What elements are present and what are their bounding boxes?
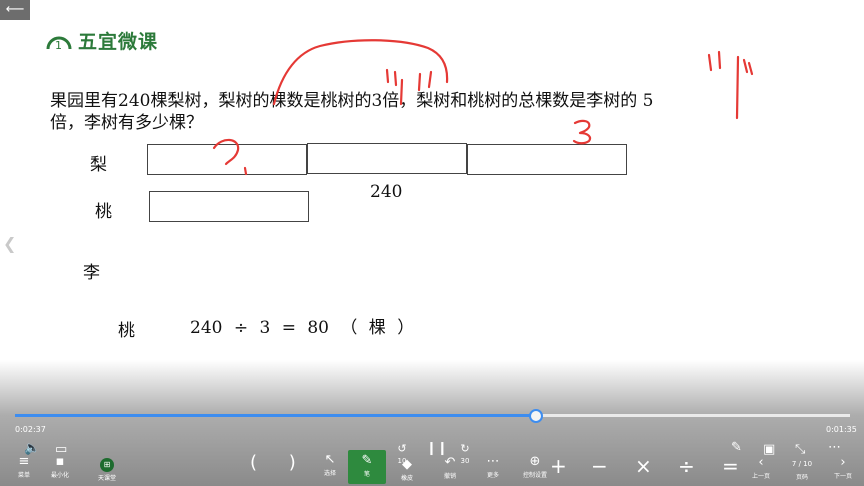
tick-stroke-9 <box>742 58 749 74</box>
minimize-icon: ▪ <box>55 454 65 469</box>
expand-icon: ⤡ <box>795 442 806 457</box>
current-time: 0:02:37 <box>15 425 46 434</box>
rewind-icon: ↺ <box>397 442 407 455</box>
eraser-tool-button[interactable]: ◆ 橡皮 <box>397 457 417 483</box>
next-page-icon: › <box>840 455 846 470</box>
select-tool-button[interactable]: ↖ 选择 <box>320 452 340 478</box>
question-line-2: 倍，李树有多少棵？ <box>50 113 203 133</box>
forward-icon: ↻ <box>460 442 470 455</box>
plum-row-label: 李 <box>83 263 100 283</box>
back-button[interactable]: ⟵ <box>0 0 30 20</box>
page-indicator[interactable]: 7 / 10 页码 <box>787 457 817 481</box>
pause-button[interactable]: ❙❙ <box>426 441 448 456</box>
peach-segment <box>149 191 309 222</box>
divide-button[interactable]: ÷ <box>678 454 695 478</box>
app-icon: ⊞ <box>100 458 114 472</box>
control-icon: ⊕ <box>529 454 541 469</box>
brand-title: 五宜微课 <box>78 31 159 53</box>
tick-stroke-10 <box>747 61 754 76</box>
menu-icon: ≡ <box>18 454 30 469</box>
more-button[interactable]: ⋯ 更多 <box>483 454 503 480</box>
progress-handle[interactable] <box>529 409 544 423</box>
prev-page-icon: ‹ <box>758 455 764 470</box>
handwritten-annotations <box>212 39 754 176</box>
pear-segment-2 <box>307 143 467 174</box>
equals-button[interactable]: = <box>722 454 739 478</box>
pen-icon: ✎ <box>361 453 373 468</box>
tick-stroke-6 <box>707 53 713 72</box>
undo-button[interactable]: ↶ 撤销 <box>440 455 460 481</box>
eraser-icon: ◆ <box>402 457 412 472</box>
menu-button[interactable]: ≡ 菜单 <box>14 454 34 480</box>
screen-button[interactable]: ▣ <box>763 443 775 457</box>
next-page-button[interactable]: › 下一页 <box>830 455 856 481</box>
pause-icon: ❙❙ <box>426 441 448 456</box>
tick-stroke-5 <box>427 70 433 89</box>
minimize-button[interactable]: ▪ 最小化 <box>48 454 72 480</box>
app-button[interactable]: ⊞ 天课堂 <box>95 452 119 482</box>
tick-stroke-7 <box>717 50 722 70</box>
progress-fill <box>15 414 537 417</box>
more-icon: ⋯ <box>486 454 500 469</box>
pencil-icon: ✎ <box>731 440 742 455</box>
previous-slide-arrow[interactable]: ❮ <box>3 234 16 253</box>
peach-row-label: 桃 <box>95 202 112 222</box>
page-number-icon: 7 / 10 <box>791 460 813 468</box>
screen-icon: ▣ <box>763 442 776 457</box>
tick-stroke-8 <box>735 55 740 120</box>
three-mark-stroke <box>572 119 592 145</box>
annotate-button[interactable]: ✎ <box>731 441 742 455</box>
more-options-button[interactable]: ⋯ <box>828 441 841 455</box>
tick-stroke-2 <box>393 70 398 87</box>
back-arrow-icon: ⟵ <box>5 2 25 17</box>
equation: 240 ÷ 3 = 80 （ 棵 ） <box>190 318 415 338</box>
remaining-time: 0:01:35 <box>826 425 857 434</box>
pear-segment-3 <box>467 144 627 175</box>
pear-segment-1 <box>147 144 307 175</box>
tick-stroke-1 <box>385 68 390 84</box>
undo-icon: ↶ <box>444 455 456 470</box>
pen-tool-button[interactable]: ✎ 笔 <box>348 450 386 484</box>
pear-total-label: 240 <box>370 182 403 202</box>
pear-row-label: 梨 <box>90 155 107 175</box>
times-button[interactable]: × <box>635 454 652 478</box>
svg-text:1: 1 <box>55 39 62 51</box>
plus-button[interactable]: + <box>550 454 567 478</box>
prev-page-button[interactable]: ‹ 上一页 <box>748 455 774 481</box>
cursor-icon: ↖ <box>324 452 336 467</box>
minus-button[interactable]: − <box>591 454 608 478</box>
equation-label: 桃 <box>118 321 135 341</box>
control-settings-button[interactable]: ⊕ 控制设置 <box>521 454 549 480</box>
more-options-icon: ⋯ <box>828 440 841 455</box>
fullscreen-button[interactable]: ⤡ <box>795 443 805 457</box>
brand-logo-icon: 1 <box>46 36 72 51</box>
parentheses-button[interactable]: ( ) <box>250 452 296 473</box>
